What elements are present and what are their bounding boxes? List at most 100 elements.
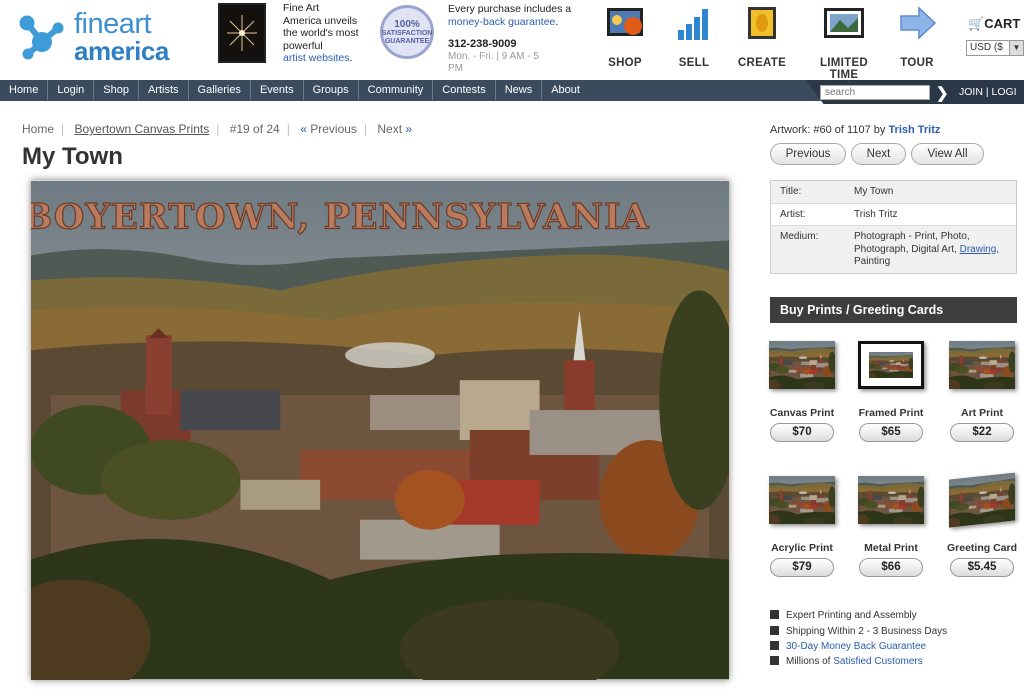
info-row-title: Title: My Town xyxy=(771,181,1016,204)
artist-link[interactable]: Trish Tritz xyxy=(888,124,940,136)
nav-tour-label: TOUR xyxy=(900,57,934,69)
info-row-medium: Medium: Photograph - Print, Photo, Photo… xyxy=(771,226,1016,273)
nav-sell-label: SELL xyxy=(678,57,710,69)
cart-icon: 🛒 xyxy=(968,16,985,31)
info-key: Artist: xyxy=(780,208,806,220)
product-price-button[interactable]: $5.45 xyxy=(950,558,1014,577)
nav-tour[interactable]: TOUR xyxy=(882,6,952,69)
product-framed-print[interactable]: Framed Print $65 xyxy=(850,341,932,442)
product-metal-print[interactable]: Metal Print $66 xyxy=(850,476,932,577)
logo-text-america: america xyxy=(74,36,169,66)
nav-sell[interactable]: SELL xyxy=(659,6,729,69)
bullet-square-icon xyxy=(770,656,779,665)
breadcrumb-separator: | xyxy=(286,122,290,136)
sidebar-next-button[interactable]: Next xyxy=(851,143,906,165)
product-canvas-print[interactable]: Canvas Print $70 xyxy=(761,341,843,442)
product-price-button[interactable]: $79 xyxy=(770,558,834,577)
product-price-button[interactable]: $22 xyxy=(950,423,1014,442)
nav-create[interactable]: CREATE xyxy=(727,6,797,69)
seal-line: GUARANTEE xyxy=(384,37,430,45)
satisfaction-seal[interactable]: 100% SATISFACTION GUARANTEE xyxy=(380,5,434,59)
nav-link-news[interactable]: News xyxy=(496,80,543,100)
chevron-down-icon: ▼ xyxy=(1009,41,1023,55)
breadcrumb-section[interactable]: Boyertown Canvas Prints xyxy=(74,122,209,136)
nav-link-groups[interactable]: Groups xyxy=(304,80,359,100)
nav-shop-label: SHOP xyxy=(608,57,642,69)
nav-link-home[interactable]: Home xyxy=(0,80,49,100)
money-back-guarantee-link[interactable]: 30-Day Money Back Guarantee xyxy=(786,641,926,652)
logo-mark-icon xyxy=(19,15,64,60)
product-name: Acrylic Print xyxy=(771,542,833,554)
nav-link-galleries[interactable]: Galleries xyxy=(189,80,251,100)
promo-line: the world's most xyxy=(283,27,359,39)
product-thumbnail xyxy=(949,472,1015,528)
product-greeting-card[interactable]: Greeting Card $5.45 xyxy=(932,472,1024,577)
product-name: Art Print xyxy=(961,407,1003,419)
info-key: Medium: xyxy=(780,231,819,242)
nav-link-events[interactable]: Events xyxy=(251,80,304,100)
product-price-button[interactable]: $65 xyxy=(859,423,923,442)
bullet-square-icon xyxy=(770,641,779,650)
nav-link-login[interactable]: Login xyxy=(48,80,95,100)
info-value: Photograph - Print, Photo, Photograph, D… xyxy=(854,231,1016,269)
promo-text: Fine Art America unveils the world's mos… xyxy=(283,2,373,65)
guarantee-block: Every purchase includes a money-back gua… xyxy=(448,3,588,75)
search-input[interactable] xyxy=(820,85,930,100)
breadcrumb-next[interactable]: Next » xyxy=(377,122,412,136)
nav-link-contests[interactable]: Contests xyxy=(433,80,496,100)
double-chevron-right-icon: » xyxy=(405,122,413,136)
breadcrumb-separator: | xyxy=(61,122,65,136)
medium-line: Painting xyxy=(854,256,891,267)
nav-link-about[interactable]: About xyxy=(542,80,589,100)
nav-limited-time[interactable]: LIMITED TIME xyxy=(804,6,884,81)
search-go-icon[interactable]: ❯ xyxy=(936,84,949,102)
nav-link-shop[interactable]: Shop xyxy=(94,80,139,100)
currency-select[interactable]: USD ($ ▼ xyxy=(966,40,1024,56)
currency-value: USD ($ xyxy=(970,42,1003,53)
product-art-print[interactable]: Art Print $22 xyxy=(941,341,1023,442)
breadcrumb-home[interactable]: Home xyxy=(22,122,54,136)
product-thumbnail xyxy=(769,341,835,389)
tour-arrow-icon xyxy=(900,6,937,40)
sidebar-previous-button[interactable]: Previous xyxy=(770,143,846,165)
info-value: Trish Tritz xyxy=(854,208,898,220)
bullet-item: Expert Printing and Assembly xyxy=(770,610,917,621)
promo-line: Fine Art xyxy=(283,2,320,14)
artist-websites-link[interactable]: artist websites xyxy=(283,52,350,64)
join-login-links[interactable]: JOIN | LOGI xyxy=(959,86,1017,98)
bullet-text: Expert Printing and Assembly xyxy=(786,610,917,621)
product-thumbnail xyxy=(949,341,1015,389)
money-back-link[interactable]: money-back guarantee xyxy=(448,16,555,28)
breadcrumb-previous[interactable]: « Previous xyxy=(300,122,357,136)
cart-link[interactable]: 🛒CART xyxy=(968,16,1020,32)
artwork-info-table: Title: My Town Artist: Trish Tritz Mediu… xyxy=(770,180,1017,274)
product-price-button[interactable]: $66 xyxy=(859,558,923,577)
town-photo: BOYERTOWN, PENNSYLVANIA xyxy=(31,180,729,680)
cart-label: CART xyxy=(984,16,1021,31)
product-price-button[interactable]: $70 xyxy=(770,423,834,442)
sell-chart-icon xyxy=(678,9,708,40)
medium-comma: , xyxy=(996,243,1000,255)
previous-label: Previous xyxy=(310,122,357,136)
nav-limited-time-label: LIMITED TIME xyxy=(819,57,869,81)
artwork-image[interactable]: BOYERTOWN, PENNSYLVANIA xyxy=(31,180,729,680)
drawing-link[interactable]: Drawing xyxy=(960,244,997,255)
nav-link-artists[interactable]: Artists xyxy=(139,80,189,100)
nav-shop[interactable]: SHOP xyxy=(590,6,660,69)
view-all-button[interactable]: View All xyxy=(911,143,984,165)
breadcrumb-separator: | xyxy=(363,122,368,136)
product-acrylic-print[interactable]: Acrylic Print $79 xyxy=(761,476,843,577)
image-caption: BOYERTOWN, PENNSYLVANIA xyxy=(31,197,649,238)
breadcrumb-separator: | xyxy=(216,122,220,136)
nav-link-community[interactable]: Community xyxy=(359,80,434,100)
logo[interactable]: fineart america xyxy=(18,8,188,66)
limited-time-icon xyxy=(824,8,864,38)
phone-number: 312-238-9009 xyxy=(448,38,517,50)
info-value: My Town xyxy=(854,186,894,197)
create-icon xyxy=(748,7,776,39)
satisfied-customers-link[interactable]: Satisfied Customers xyxy=(833,656,922,667)
promo-thumbnail[interactable] xyxy=(218,3,266,63)
product-thumbnail xyxy=(858,341,924,389)
artwork-counter: Artwork: #60 of 1107 by Trish Tritz xyxy=(770,124,940,136)
seal-line: SATISFACTION xyxy=(381,29,433,37)
